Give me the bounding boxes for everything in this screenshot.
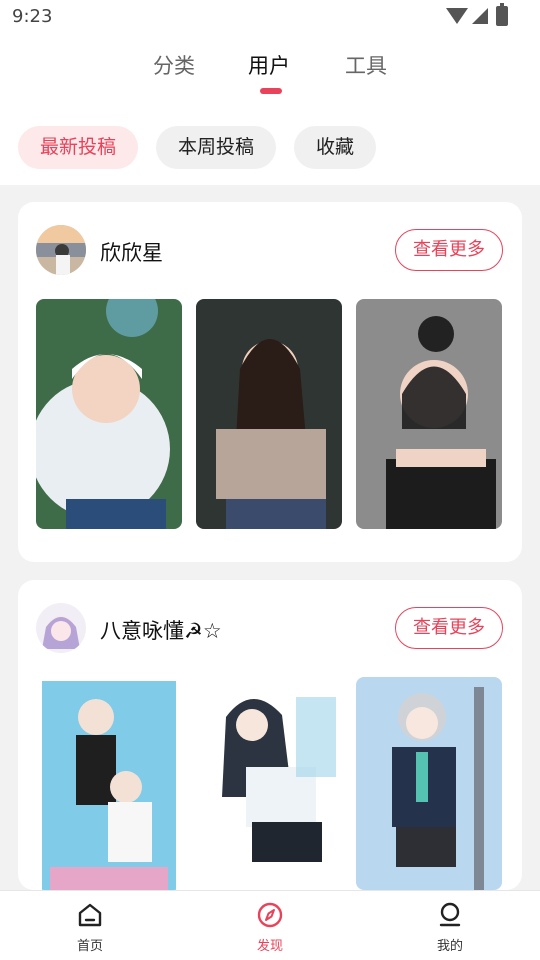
view-more-button[interactable]: 查看更多 [395, 607, 503, 649]
signal-icon [472, 8, 488, 24]
post-image[interactable] [196, 299, 342, 529]
battery-icon [496, 3, 508, 26]
tab-users[interactable]: 用户 [229, 50, 309, 80]
tab-tools[interactable]: 工具 [326, 50, 406, 80]
post-image[interactable] [356, 677, 502, 890]
top-tabs: 分类 用户 工具 [0, 50, 540, 96]
user-card: 欣欣星 查看更多 [18, 202, 522, 562]
post-image[interactable] [356, 299, 502, 529]
home-icon [78, 903, 102, 927]
avatar[interactable] [36, 603, 86, 653]
header-area: 9:23 分类 用户 工具 最新投稿 本周投稿 收藏 [0, 0, 540, 185]
nav-home[interactable]: 首页 [40, 891, 140, 960]
avatar[interactable] [36, 225, 86, 275]
user-name: 欣欣星 [100, 241, 163, 265]
nav-discover-label: 发现 [256, 939, 283, 954]
user-name: 八意咏懂☭☆ [100, 619, 222, 643]
bottom-nav: 首页 发现 我的 [0, 890, 540, 960]
status-icons [428, 3, 518, 28]
filter-chips: 最新投稿 本周投稿 收藏 [0, 126, 540, 170]
compass-icon [257, 902, 283, 928]
nav-profile-label: 我的 [436, 939, 463, 954]
tab-indicator [260, 88, 282, 94]
tab-category[interactable]: 分类 [134, 50, 214, 80]
chip-favorites[interactable]: 收藏 [294, 126, 376, 169]
wifi-icon [446, 8, 468, 24]
nav-profile[interactable]: 我的 [400, 891, 500, 960]
view-more-button[interactable]: 查看更多 [395, 229, 503, 271]
status-bar: 9:23 [0, 0, 540, 34]
chip-latest[interactable]: 最新投稿 [18, 126, 138, 169]
chip-this-week[interactable]: 本周投稿 [156, 126, 276, 169]
nav-discover[interactable]: 发现 [220, 891, 320, 960]
post-image[interactable] [36, 677, 182, 890]
user-card: 八意咏懂☭☆ 查看更多 [18, 580, 522, 890]
profile-icon [439, 902, 461, 927]
post-image[interactable] [36, 299, 182, 529]
nav-home-label: 首页 [76, 939, 103, 954]
status-time: 9:23 [12, 6, 53, 27]
post-image[interactable] [196, 677, 342, 890]
